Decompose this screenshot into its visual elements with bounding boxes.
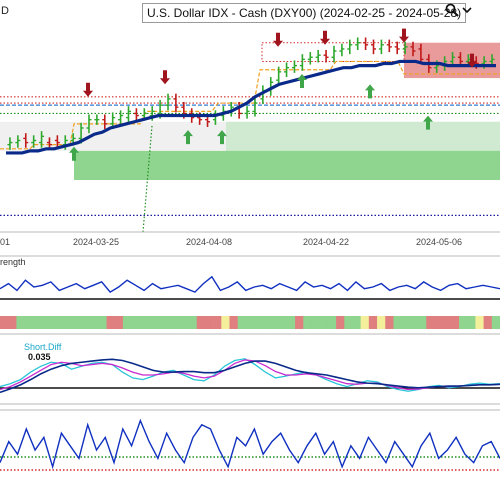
heat-cell xyxy=(57,316,66,329)
heat-cell xyxy=(254,316,263,329)
chart-window: D U.S. Dollar IDX - Cash (DXY00) (2024-0… xyxy=(0,0,500,500)
heat-cell xyxy=(40,316,50,329)
heat-cell xyxy=(213,316,222,329)
heat-cell xyxy=(16,316,25,329)
heat-cell xyxy=(0,316,9,329)
heat-cell xyxy=(188,316,198,329)
heat-cell xyxy=(426,316,435,329)
heat-cell xyxy=(409,316,419,329)
strength-panel xyxy=(0,255,500,335)
heat-cell xyxy=(278,316,288,329)
heat-cell xyxy=(327,316,337,329)
heat-cell xyxy=(24,316,34,329)
green-zone xyxy=(74,150,500,180)
price-panel xyxy=(0,24,500,233)
heat-cell xyxy=(180,316,189,329)
heat-cell xyxy=(459,316,468,329)
heat-cell xyxy=(172,316,181,329)
heat-cell xyxy=(401,316,411,329)
heat-cell xyxy=(131,316,140,329)
chart-canvas xyxy=(0,24,500,471)
strength-line xyxy=(0,275,500,294)
short-diff-label: Short.Diff xyxy=(24,342,62,352)
heat-cell xyxy=(204,316,214,329)
heat-cell xyxy=(475,316,484,329)
heat-cell xyxy=(377,316,386,329)
short-diff-value: 0.035 xyxy=(28,352,51,362)
heat-cell xyxy=(32,316,42,329)
heat-cell xyxy=(368,316,378,329)
heat-cell xyxy=(49,316,58,329)
short-diff-panel xyxy=(0,338,500,405)
bottom-oscillator-panel xyxy=(0,409,500,471)
heat-cell xyxy=(163,316,173,329)
bottom-oscillator-line xyxy=(0,418,500,470)
heat-cell xyxy=(229,316,239,329)
heat-cell xyxy=(196,316,206,329)
heat-cell xyxy=(139,316,148,329)
heat-cell xyxy=(270,316,279,329)
heat-cell xyxy=(319,316,329,329)
heat-cell xyxy=(491,316,500,329)
heat-cell xyxy=(311,316,320,329)
heat-cell xyxy=(360,316,370,329)
heat-cell xyxy=(245,316,255,329)
diff-plot-area xyxy=(0,338,500,404)
heat-cell xyxy=(90,316,99,329)
heat-cell xyxy=(81,316,91,329)
heat-cell xyxy=(344,316,353,329)
heat-cell xyxy=(295,316,304,329)
heat-cell xyxy=(122,316,132,329)
heat-cell xyxy=(418,316,427,329)
heat-cell xyxy=(286,316,296,329)
heat-cell xyxy=(73,316,83,329)
heat-cell xyxy=(65,316,75,329)
heat-cell xyxy=(237,316,247,329)
heat-cell xyxy=(8,316,17,329)
heat-cell xyxy=(483,316,493,329)
heat-cell xyxy=(467,316,476,329)
heat-cell xyxy=(336,316,345,329)
heat-cell xyxy=(114,316,124,329)
strength-label: rength xyxy=(0,257,26,267)
heat-cell xyxy=(262,316,271,329)
heat-cell xyxy=(147,316,157,329)
heat-cell xyxy=(434,316,443,329)
heat-cell xyxy=(450,316,460,329)
heat-cell xyxy=(385,316,394,329)
heat-cell xyxy=(303,316,312,329)
heat-cell xyxy=(352,316,361,329)
heat-cell xyxy=(106,316,116,329)
heat-cell xyxy=(98,316,107,329)
heat-cell xyxy=(442,316,452,329)
heat-cell xyxy=(155,316,165,329)
heat-cell xyxy=(393,316,402,329)
heat-cell xyxy=(221,316,230,329)
